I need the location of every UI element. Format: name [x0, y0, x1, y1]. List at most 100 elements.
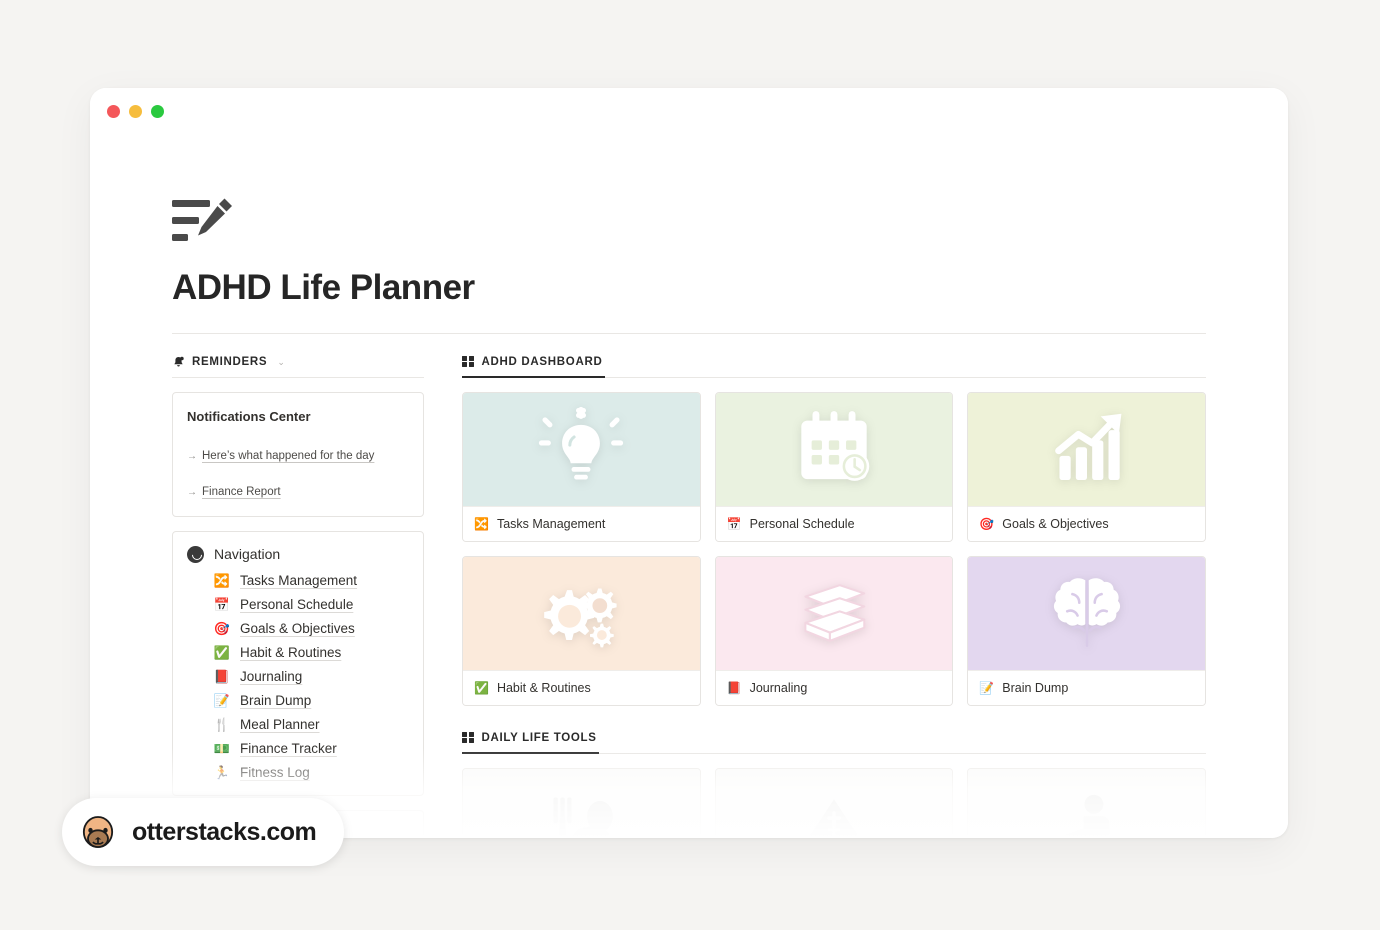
card-finance-tracker[interactable] [714, 767, 954, 838]
card-artwork [463, 392, 700, 506]
notebook-icon: 📕 [213, 669, 231, 684]
card-footer: 📝 Brain Dump [968, 669, 1205, 705]
card-title: Brain Dump [1002, 680, 1069, 695]
watermark-badge: otterstacks.com [62, 798, 345, 866]
shuffle-icon: 🔀 [474, 516, 489, 531]
card-footer: 🔀 Tasks Management [463, 505, 700, 541]
dashboard-rule [462, 375, 1206, 378]
check-circle-icon: ✅ [474, 680, 489, 695]
card-artwork [715, 556, 953, 670]
fitness-icon [1064, 794, 1110, 838]
card-artwork [715, 392, 953, 506]
grid-icon [462, 355, 474, 368]
reminder-link-label: Here’s what happened for the day [202, 449, 375, 462]
sidebar-item-label: Personal Schedule [240, 597, 354, 612]
card-title: Personal Schedule [749, 516, 855, 531]
target-icon: 🎯 [979, 516, 995, 531]
card-goals-objectives[interactable]: 🎯 Goals & Objectives [967, 391, 1206, 542]
brain-icon [1053, 578, 1120, 647]
daily-life-tools-section: DAILY LIFE TOOLS [462, 732, 1206, 838]
arrow-right-icon: → [187, 486, 197, 498]
sidebar-item-journaling[interactable]: 📕 Journaling [187, 665, 409, 689]
watermark-label: otterstacks.com [132, 817, 317, 846]
app-window: ADHD Life Planner REMINDERS ⌄ Notificati… [90, 88, 1288, 838]
reminder-link-label: Finance Report [202, 485, 281, 498]
reminder-link-row[interactable]: → Here’s what happened for the day [187, 450, 409, 462]
window-controls [107, 105, 164, 118]
card-tasks-management[interactable]: 🔀 Tasks Management [462, 391, 701, 542]
sidebar-item-habit-routines[interactable]: ✅ Habit & Routines [187, 641, 409, 665]
minimize-button[interactable] [129, 105, 142, 118]
books-icon [804, 584, 866, 642]
notebook-icon: 📕 [726, 680, 742, 695]
reminder-link-row[interactable]: → Finance Report [187, 486, 409, 498]
calendar-icon: 📅 [726, 516, 742, 531]
lightbulb-icon [539, 406, 624, 480]
document-edit-icon [172, 198, 232, 241]
shuffle-icon: 🔀 [213, 573, 231, 588]
runner-icon: 🏃 [213, 765, 231, 780]
card-footer: 🎯 Goals & Objectives [968, 505, 1205, 541]
card-artwork [715, 768, 953, 838]
grid-icon [462, 731, 474, 744]
sidebar-item-fitness-log[interactable]: 🏃 Fitness Log [187, 761, 409, 785]
card-personal-schedule[interactable]: 📅 Personal Schedule [714, 391, 954, 542]
sidebar-item-label: Goals & Objectives [240, 621, 355, 636]
card-fitness-log[interactable] [967, 767, 1206, 838]
chevron-down-icon[interactable]: ⌄ [277, 357, 285, 368]
sidebar-item-finance-tracker[interactable]: 💵 Finance Tracker [187, 737, 409, 761]
card-artwork [463, 556, 700, 670]
growth-chart-icon [1054, 413, 1122, 480]
card-brain-dump[interactable]: 📝 Brain Dump [967, 555, 1206, 706]
sidebar-item-label: Finance Tracker [240, 741, 337, 756]
tab-adhd-dashboard[interactable]: ADHD DASHBOARD [462, 356, 1206, 377]
sidebar-item-label: Journaling [240, 669, 303, 684]
tab-label: DAILY LIFE TOOLS [481, 731, 597, 744]
maximize-button[interactable] [151, 105, 164, 118]
meal-icon [553, 797, 614, 838]
money-icon [808, 799, 860, 838]
navigation-panel: Navigation 🔀 Tasks Management 📅 Personal… [172, 530, 424, 796]
calendar-clock-icon [801, 411, 870, 481]
sidebar-item-goals-objectives[interactable]: 🎯 Goals & Objectives [187, 617, 409, 641]
check-circle-icon: ✅ [213, 645, 231, 660]
sidebar-item-brain-dump[interactable]: 📝 Brain Dump [187, 689, 409, 713]
dashboard-card-grid: 🔀 Tasks Management 📅 Personal Schedule 🎯… [462, 391, 1206, 706]
card-footer: 📅 Personal Schedule [715, 505, 953, 541]
tools-rule [462, 751, 1206, 754]
card-artwork [968, 556, 1205, 670]
money-icon: 💵 [213, 741, 231, 756]
reminders-rule [172, 376, 424, 378]
card-artwork [968, 392, 1205, 506]
reminders-section-header[interactable]: REMINDERS ⌄ [172, 356, 424, 377]
tools-card-grid [462, 767, 1206, 838]
card-footer: 📕 Journaling [715, 669, 953, 705]
sidebar-item-label: Tasks Management [240, 573, 358, 588]
close-button[interactable] [107, 105, 120, 118]
page-content: ADHD Life Planner REMINDERS ⌄ Notificati… [90, 138, 1288, 838]
sidebar-item-label: Meal Planner [240, 717, 320, 732]
navigation-label: Navigation [214, 546, 281, 562]
sidebar: REMINDERS ⌄ Notifications Center → Here’… [172, 356, 424, 838]
card-title: Goals & Objectives [1002, 516, 1109, 531]
sidebar-item-personal-schedule[interactable]: 📅 Personal Schedule [187, 593, 409, 617]
cutlery-icon: 🍴 [213, 717, 231, 732]
body-columns: REMINDERS ⌄ Notifications Center → Here’… [90, 334, 1288, 838]
calendar-icon: 📅 [213, 597, 231, 612]
tab-daily-life-tools[interactable]: DAILY LIFE TOOLS [462, 732, 1206, 753]
pencil-square-icon: 📝 [213, 693, 231, 708]
card-habit-routines[interactable]: ✅ Habit & Routines [462, 555, 701, 706]
card-journaling[interactable]: 📕 Journaling [714, 555, 954, 706]
page-title: ADHD Life Planner [172, 268, 475, 307]
card-title: Habit & Routines [496, 680, 591, 695]
card-meal-planner[interactable] [462, 767, 701, 838]
target-icon: 🎯 [213, 621, 231, 636]
sidebar-item-meal-planner[interactable]: 🍴 Meal Planner [187, 713, 409, 737]
card-artwork [968, 768, 1205, 838]
sidebar-item-tasks-management[interactable]: 🔀 Tasks Management [187, 569, 409, 593]
bell-icon [174, 356, 184, 366]
navigation-header: Navigation [187, 545, 409, 563]
sidebar-item-label: Brain Dump [240, 693, 312, 708]
notifications-center-title: Notifications Center [187, 408, 311, 424]
page-header: ADHD Life Planner [90, 138, 1288, 308]
